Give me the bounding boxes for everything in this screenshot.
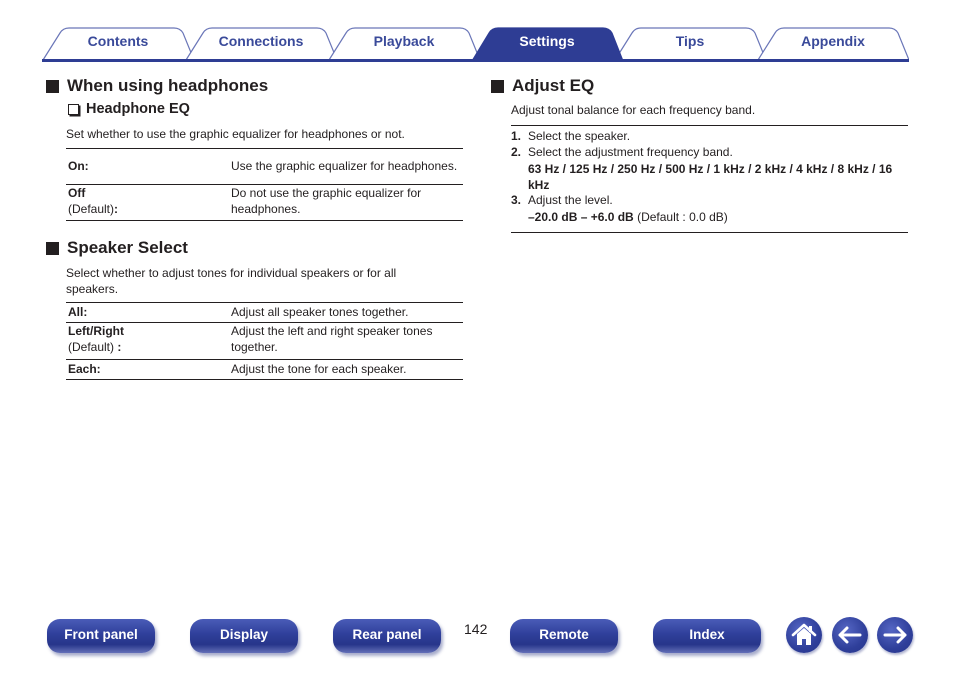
checkbox-bullet-icon: [68, 103, 79, 115]
table-row: Left/Right (Default) : Adjust the left a…: [66, 323, 463, 360]
option-default-label: (Default): [68, 201, 115, 216]
option-key: Off: [68, 186, 86, 200]
table-row: Off (Default): Do not use the graphic eq…: [66, 185, 463, 221]
section-title: When using headphones: [67, 76, 269, 95]
index-button[interactable]: Index: [653, 619, 761, 653]
tab-contents-label[interactable]: Contents: [52, 33, 184, 53]
subsection-title: Headphone EQ: [86, 101, 190, 117]
step-item: 3. Adjust the level.: [511, 193, 908, 209]
tab-playback[interactable]: Playback: [338, 33, 470, 53]
front-panel-button[interactable]: Front panel: [47, 619, 155, 653]
option-value: Adjust all speaker tones together.: [231, 304, 409, 319]
level-range: –20.0 dB – +6.0 dB (Default : 0.0 dB): [511, 210, 908, 226]
option-value: Do not use the graphic equalizer for hea…: [231, 186, 422, 216]
back-button[interactable]: [832, 617, 868, 653]
headphone-eq-table: On: Use the graphic equalizer for headph…: [66, 148, 463, 221]
tab-appendix[interactable]: Appendix: [767, 33, 899, 53]
table-row: All: Adjust all speaker tones together.: [66, 303, 463, 323]
option-colon: :: [114, 201, 119, 216]
option-key-cell: Off (Default):: [66, 185, 229, 220]
step-text: Select the speaker.: [528, 129, 631, 143]
display-button[interactable]: Display: [190, 619, 298, 653]
step-text: Select the adjustment frequency band.: [528, 144, 733, 159]
forward-button[interactable]: [877, 617, 913, 653]
step-item: 2. Select the adjustment frequency band.: [511, 145, 908, 161]
step-number: 3.: [511, 193, 522, 207]
tab-settings[interactable]: Settings: [481, 33, 613, 53]
step-number: 2.: [511, 144, 522, 159]
option-value: Adjust the tone for each speaker.: [231, 361, 407, 376]
option-value: Adjust the left and right speaker tones …: [231, 324, 433, 354]
level-range-value: –20.0 dB – +6.0 dB: [528, 209, 634, 224]
frequency-band-list: 63 Hz / 125 Hz / 250 Hz / 500 Hz / 1 kHz…: [528, 162, 893, 192]
section-heading-headphones: When using headphones: [46, 76, 268, 96]
subsection-heading-headphone-eq: Headphone EQ: [68, 101, 190, 117]
tab-tips[interactable]: Tips: [624, 33, 756, 53]
home-icon: [791, 623, 817, 645]
option-colon: :: [114, 339, 122, 354]
level-default: (Default : 0.0 dB): [633, 209, 728, 224]
step-number: 1.: [511, 129, 522, 143]
option-key-cell: Left/Right (Default) :: [66, 323, 229, 359]
option-key: Each:: [68, 361, 101, 376]
option-key: Left/Right: [68, 324, 124, 338]
divider: [511, 232, 908, 233]
section-heading-adjust-eq: Adjust EQ: [491, 76, 594, 96]
back-arrow-icon: [838, 626, 862, 644]
section-bullet-icon: [46, 79, 59, 93]
option-value: Use the graphic equalizer for headphones…: [231, 158, 458, 173]
option-key: All:: [68, 304, 88, 319]
step-item: 1. Select the speaker.: [511, 129, 908, 145]
remote-button[interactable]: Remote: [510, 619, 618, 653]
section-title: Speaker Select: [67, 238, 188, 257]
section-bullet-icon: [491, 79, 504, 93]
speaker-select-table: All: Adjust all speaker tones together. …: [66, 302, 463, 380]
section-heading-speaker-select: Speaker Select: [46, 238, 188, 258]
table-row: Each: Adjust the tone for each speaker.: [66, 360, 463, 380]
rear-panel-button[interactable]: Rear panel: [333, 619, 441, 653]
adjust-eq-description: Adjust tonal balance for each frequency …: [511, 103, 756, 117]
section-bullet-icon: [46, 241, 59, 255]
option-key: On:: [68, 158, 89, 173]
page-number: 142: [464, 621, 488, 637]
tab-connections[interactable]: Connections: [195, 33, 327, 53]
table-row: On: Use the graphic equalizer for headph…: [66, 149, 463, 185]
step-text: Adjust the level.: [528, 193, 613, 207]
option-default-label: (Default): [68, 339, 115, 354]
forward-arrow-icon: [883, 626, 907, 644]
headphone-eq-description: Set whether to use the graphic equalizer…: [66, 127, 405, 141]
adjust-eq-steps: 1. Select the speaker. 2. Select the adj…: [511, 129, 908, 225]
speaker-select-description: Select whether to adjust tones for indiv…: [66, 266, 397, 296]
top-tab-bar: Contents Connections Playback Settings T…: [42, 27, 909, 63]
section-title: Adjust EQ: [512, 76, 595, 95]
divider: [511, 125, 908, 126]
home-button[interactable]: [786, 617, 822, 653]
